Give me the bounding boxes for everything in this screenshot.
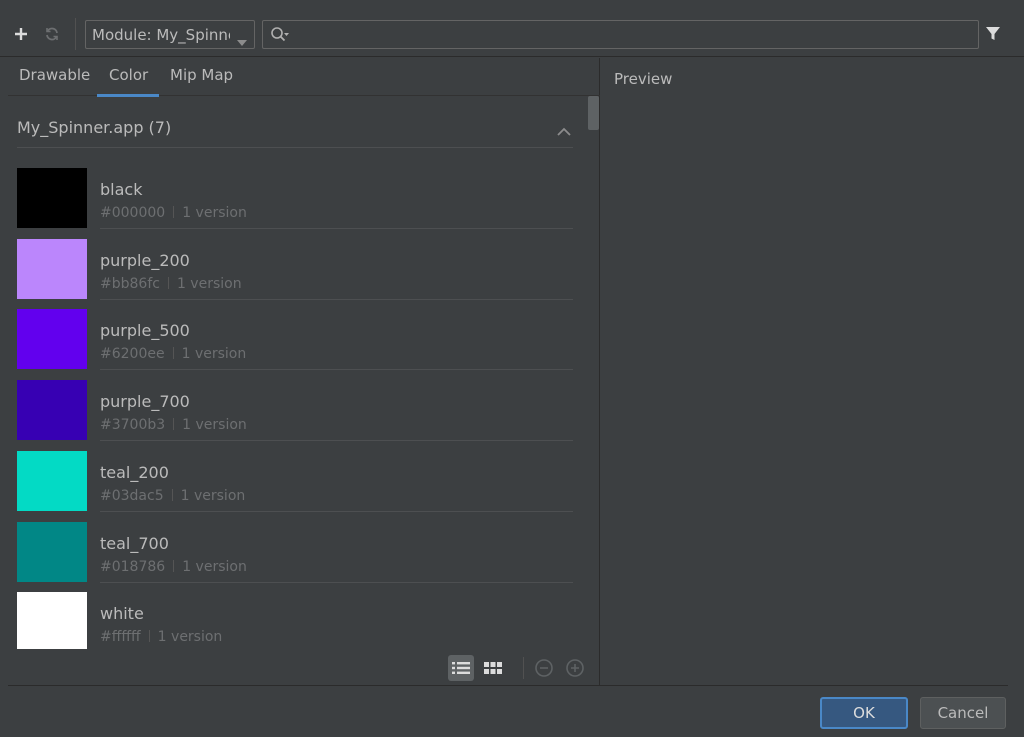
list-item[interactable]: white #ffffff 1 version [17, 592, 573, 662]
chevron-down-icon [237, 32, 247, 48]
chevron-up-icon[interactable] [556, 122, 572, 141]
resource-meta: #000000 1 version [100, 205, 247, 221]
resource-versions: 1 version [182, 559, 247, 575]
tools-separator [523, 657, 524, 679]
scrollbar[interactable] [588, 96, 599, 130]
plus-icon[interactable] [9, 22, 33, 46]
refresh-icon[interactable] [40, 22, 64, 46]
footer-divider [8, 685, 1008, 686]
resource-versions: 1 version [180, 488, 246, 504]
resource-value: #018786 [100, 559, 166, 575]
list-view-button[interactable] [448, 655, 474, 681]
resource-versions: 1 version [157, 629, 223, 645]
resource-versions: 1 version [182, 417, 247, 433]
resource-meta: #6200ee 1 version [100, 346, 246, 362]
resource-meta: #018786 1 version [100, 559, 247, 575]
resource-meta: #ffffff 1 version [100, 629, 222, 645]
resource-value: #6200ee [100, 346, 165, 362]
resource-name: purple_200 [100, 251, 190, 270]
grid-view-icon [484, 662, 502, 674]
resource-value: #03dac5 [100, 488, 164, 504]
tab-mip-map[interactable]: Mip Map [170, 66, 233, 96]
color-swatch [17, 522, 87, 582]
resource-value: #000000 [100, 205, 166, 221]
search-input[interactable] [262, 20, 979, 49]
tab-drawable[interactable]: Drawable [19, 66, 90, 96]
resource-list-pane: Drawable Color Mip Map My_Spinner.app (7… [8, 58, 600, 685]
grid-view-button[interactable] [480, 655, 506, 681]
resource-versions: 1 version [182, 205, 247, 221]
module-select[interactable]: Module: My_Spinner [85, 20, 255, 49]
meta-separator [148, 630, 150, 642]
resource-name: white [100, 604, 144, 623]
resource-name: black [100, 180, 143, 199]
resource-meta: #03dac5 1 version [100, 488, 245, 504]
list-item[interactable]: teal_700 #018786 1 version [17, 522, 573, 592]
tab-color-label: Color [109, 66, 149, 84]
tab-mip-map-label: Mip Map [170, 66, 234, 84]
filter-icon[interactable] [984, 25, 1002, 47]
color-swatch [17, 168, 87, 228]
group-divider [17, 147, 573, 148]
row-divider [100, 511, 573, 512]
meta-separator [173, 560, 175, 572]
search-icon [270, 26, 290, 48]
row-divider [100, 228, 573, 229]
resource-name: purple_500 [100, 321, 190, 340]
zoom-out-icon[interactable] [534, 658, 554, 678]
resource-name: teal_700 [100, 534, 169, 553]
resource-meta: #bb86fc 1 version [100, 276, 242, 292]
zoom-in-icon[interactable] [565, 658, 585, 678]
row-divider [100, 369, 573, 370]
meta-separator [173, 206, 175, 218]
list-item[interactable]: purple_700 #3700b3 1 version [17, 380, 573, 450]
cancel-button[interactable]: Cancel [920, 697, 1006, 729]
resource-type-tabs: Drawable Color Mip Map [8, 58, 600, 97]
ok-button[interactable]: OK [820, 697, 908, 729]
list-tools [448, 655, 593, 681]
toolbar-separator [75, 18, 76, 50]
meta-separator [172, 347, 174, 359]
toolbar: Module: My_Spinner [0, 0, 1024, 57]
color-swatch [17, 592, 87, 649]
row-divider [100, 582, 573, 583]
color-swatch [17, 309, 87, 369]
module-select-value: Module: My_Spinner [92, 25, 230, 44]
list-view-icon [452, 662, 470, 674]
resource-versions: 1 version [181, 346, 247, 362]
list-item[interactable]: teal_200 #03dac5 1 version [17, 451, 573, 521]
list-item[interactable]: black #000000 1 version [17, 168, 573, 238]
resource-meta: #3700b3 1 version [100, 417, 247, 433]
resource-value: #ffffff [100, 629, 141, 645]
tab-color[interactable]: Color [96, 66, 160, 97]
list-item[interactable]: purple_200 #bb86fc 1 version [17, 239, 573, 309]
row-divider [100, 440, 573, 441]
scrollbar-thumb[interactable] [588, 96, 599, 130]
resource-name: teal_200 [100, 463, 169, 482]
group-title: My_Spinner.app (7) [17, 118, 172, 137]
meta-separator [171, 489, 173, 501]
resource-value: #bb86fc [100, 276, 160, 292]
row-divider [100, 299, 573, 300]
preview-label: Preview [614, 70, 673, 88]
list-item[interactable]: purple_500 #6200ee 1 version [17, 309, 573, 379]
tab-drawable-label: Drawable [19, 66, 91, 84]
resource-name: purple_700 [100, 392, 190, 411]
resource-value: #3700b3 [100, 417, 166, 433]
color-swatch [17, 239, 87, 299]
meta-separator [167, 277, 169, 289]
resource-versions: 1 version [176, 276, 242, 292]
color-swatch [17, 380, 87, 440]
color-swatch [17, 451, 87, 511]
meta-separator [173, 418, 175, 430]
